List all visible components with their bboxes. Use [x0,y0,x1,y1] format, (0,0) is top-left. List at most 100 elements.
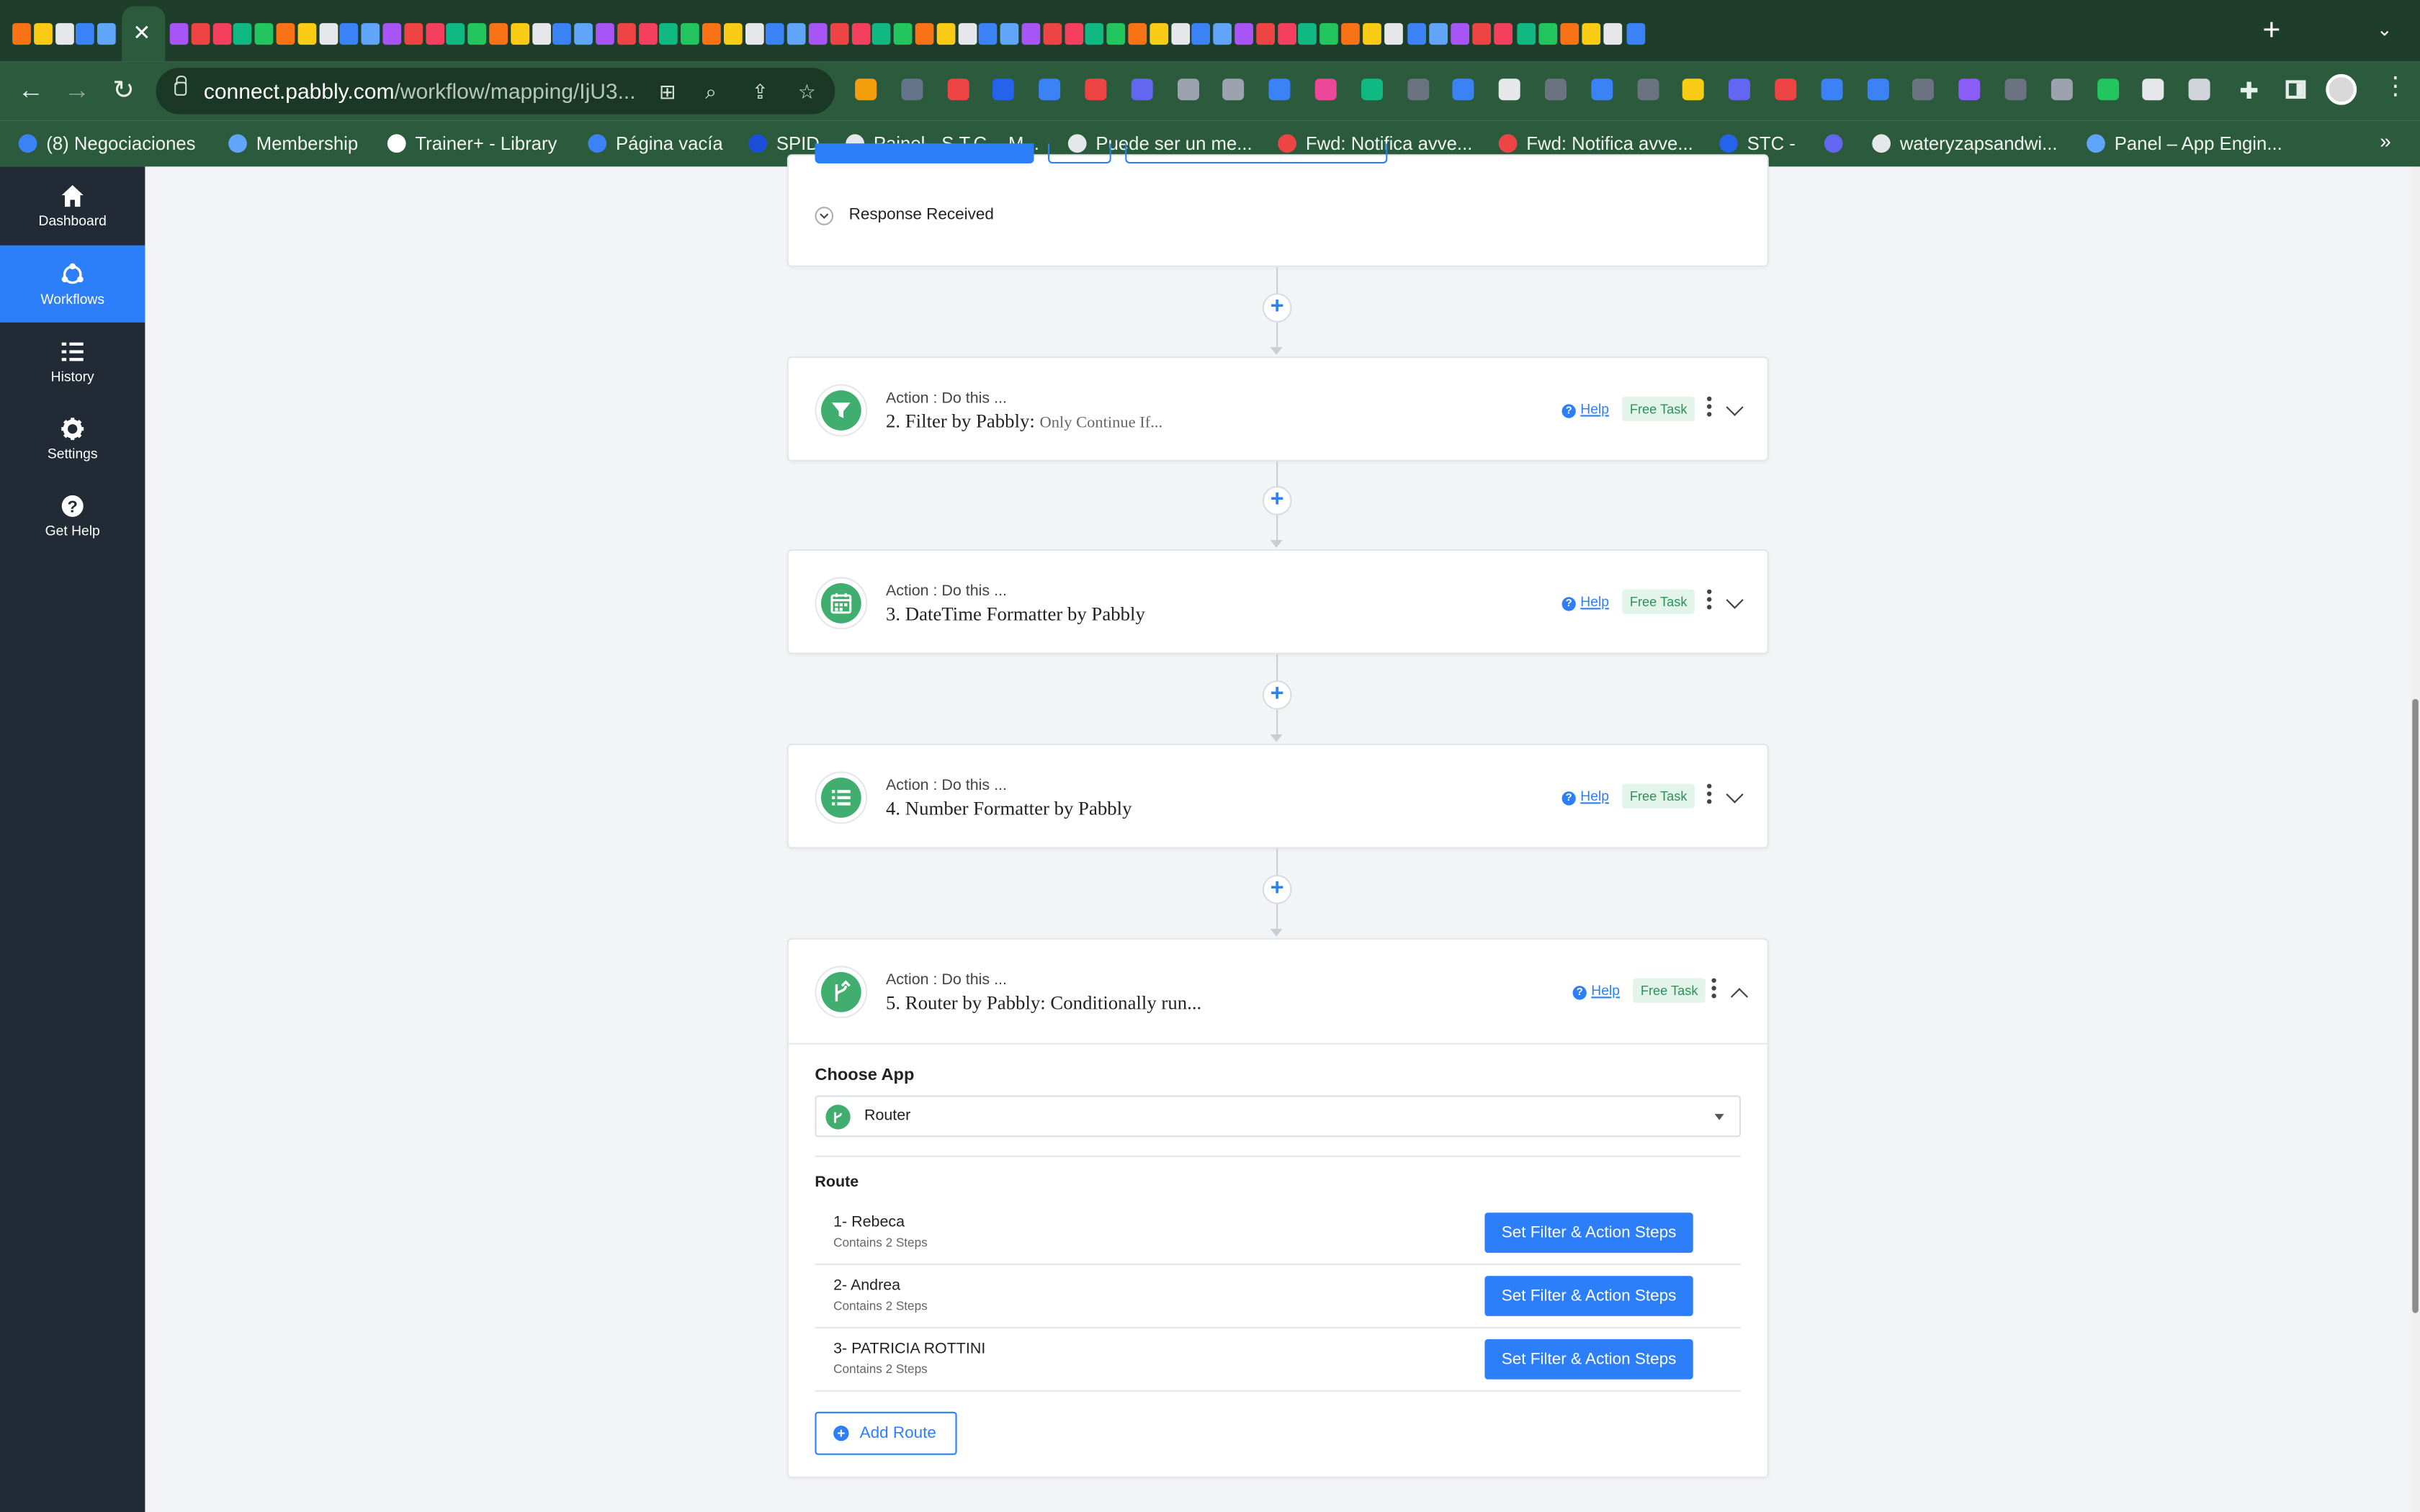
tab-favicon[interactable] [1384,23,1404,45]
tab-favicon[interactable] [1106,23,1126,45]
help-link[interactable]: ? Help [1561,788,1609,806]
profile-avatar[interactable] [2326,73,2357,105]
sidebar-item-dashboard[interactable]: Dashboard [0,166,145,243]
new-tab-button[interactable]: + [2262,15,2280,46]
translate-icon[interactable]: ⊞ [659,80,676,104]
tab-favicon[interactable] [1319,23,1339,45]
tab-favicon[interactable] [915,23,934,45]
extension-icon[interactable] [2097,78,2119,101]
extension-icon[interactable] [1545,78,1567,101]
tab-favicon[interactable] [1428,23,1448,45]
trigger-primary-button[interactable] [815,143,1034,164]
tab-favicon[interactable] [1064,23,1083,45]
sidebar-item-get-help[interactable]: ? Get Help [0,477,145,554]
extension-icon[interactable] [1407,78,1429,101]
chevron-down-icon[interactable] [815,207,834,225]
tab-favicon[interactable] [33,23,53,45]
tab-favicon[interactable] [1255,23,1275,45]
tab-favicon[interactable] [957,23,977,45]
tab-favicon[interactable] [276,23,295,45]
tab-favicon[interactable] [936,23,955,45]
help-link[interactable]: ? Help [1561,594,1609,611]
tab-favicon[interactable] [1043,23,1062,45]
tab-favicon[interactable] [808,23,828,45]
extension-icon[interactable] [1039,78,1061,101]
extension-icon[interactable] [1453,78,1475,101]
set-filter-action-steps-button[interactable]: Set Filter & Action Steps [1484,1276,1693,1316]
tab-favicon[interactable] [1170,23,1190,45]
set-filter-action-steps-button[interactable]: Set Filter & Action Steps [1484,1212,1693,1253]
extension-icon[interactable] [2004,78,2027,101]
tab-favicon[interactable] [745,23,763,45]
browser-menu-icon[interactable]: ⋮ [2383,75,2408,100]
tab-favicon[interactable] [297,23,316,45]
tab-favicon[interactable] [97,23,117,45]
step-options-icon[interactable] [1707,589,1713,613]
help-link[interactable]: ? Help [1561,401,1609,418]
extension-icon[interactable] [1866,78,1888,101]
bookmark-star-icon[interactable]: ☆ [798,80,816,104]
extension-icon[interactable] [1499,78,1521,101]
add-step-button[interactable]: + [1262,486,1292,516]
tab-favicon[interactable] [447,23,465,45]
tab-favicon[interactable] [1298,23,1317,45]
tab-favicon[interactable] [1234,23,1253,45]
tab-favicon[interactable] [787,23,806,45]
extension-icon[interactable] [1958,78,1981,101]
chevron-up-icon[interactable] [1730,988,1749,1006]
response-received-label[interactable]: Response Received [849,205,994,224]
extension-icon[interactable] [1222,78,1245,101]
tab-favicon[interactable] [851,23,870,45]
extension-icon[interactable] [855,78,877,101]
tab-favicon[interactable] [979,23,998,45]
tab-favicon[interactable] [361,23,380,45]
sidebar-item-settings[interactable]: Settings [0,400,145,477]
tab-favicon[interactable] [1494,23,1513,45]
extension-icon[interactable] [1636,78,1659,101]
close-tab-icon[interactable]: ✕ [133,20,151,46]
trigger-secondary-button[interactable] [1048,143,1111,164]
tab-favicon[interactable] [1341,23,1360,45]
extension-icon[interactable] [1314,78,1337,101]
extension-icon[interactable] [946,78,969,101]
tab-favicon[interactable] [467,23,487,45]
add-step-button[interactable]: + [1262,293,1292,323]
tab-favicon[interactable] [1085,23,1104,45]
sidebar-item-workflows[interactable]: Workflows [0,245,145,323]
extension-icon[interactable] [1131,78,1153,101]
bookmark-item[interactable]: Panel – App Engin... [2087,132,2282,157]
extension-icon[interactable] [1775,78,1797,101]
tab-favicon[interactable] [702,23,721,45]
tab-favicon[interactable] [617,23,636,45]
tab-favicon[interactable] [552,23,572,45]
tab-favicon[interactable] [1277,23,1296,45]
extension-icon[interactable] [900,78,923,101]
tab-favicon[interactable] [254,23,274,45]
bookmarks-overflow-icon[interactable]: » [2380,130,2391,153]
add-step-button[interactable]: + [1262,680,1292,710]
bookmark-item[interactable]: Membership [228,132,358,157]
active-tab[interactable]: ✕ [122,6,166,62]
set-filter-action-steps-button[interactable]: Set Filter & Action Steps [1484,1339,1693,1380]
extension-icon[interactable] [1268,78,1291,101]
tab-favicon[interactable] [489,23,508,45]
tab-favicon[interactable] [403,23,423,45]
tab-favicon[interactable] [1472,23,1492,45]
tab-favicon[interactable] [723,23,743,45]
extension-icon[interactable] [1821,78,1843,101]
tab-favicon[interactable] [1626,23,1645,45]
tab-favicon[interactable] [1582,23,1601,45]
tab-favicon[interactable] [1604,23,1623,45]
tab-favicon[interactable] [382,23,402,45]
tab-favicon[interactable] [872,23,892,45]
tab-favicon[interactable] [1000,23,1019,45]
extension-icon[interactable] [1729,78,1751,101]
tab-favicon[interactable] [1560,23,1579,45]
extension-icon[interactable] [1361,78,1383,101]
extension-icon[interactable] [1682,78,1705,101]
tab-favicon[interactable] [1407,23,1426,45]
tab-favicon[interactable] [1021,23,1041,45]
extension-icon[interactable] [992,78,1015,101]
back-icon[interactable]: ← [15,76,46,107]
tab-favicon[interactable] [233,23,253,45]
